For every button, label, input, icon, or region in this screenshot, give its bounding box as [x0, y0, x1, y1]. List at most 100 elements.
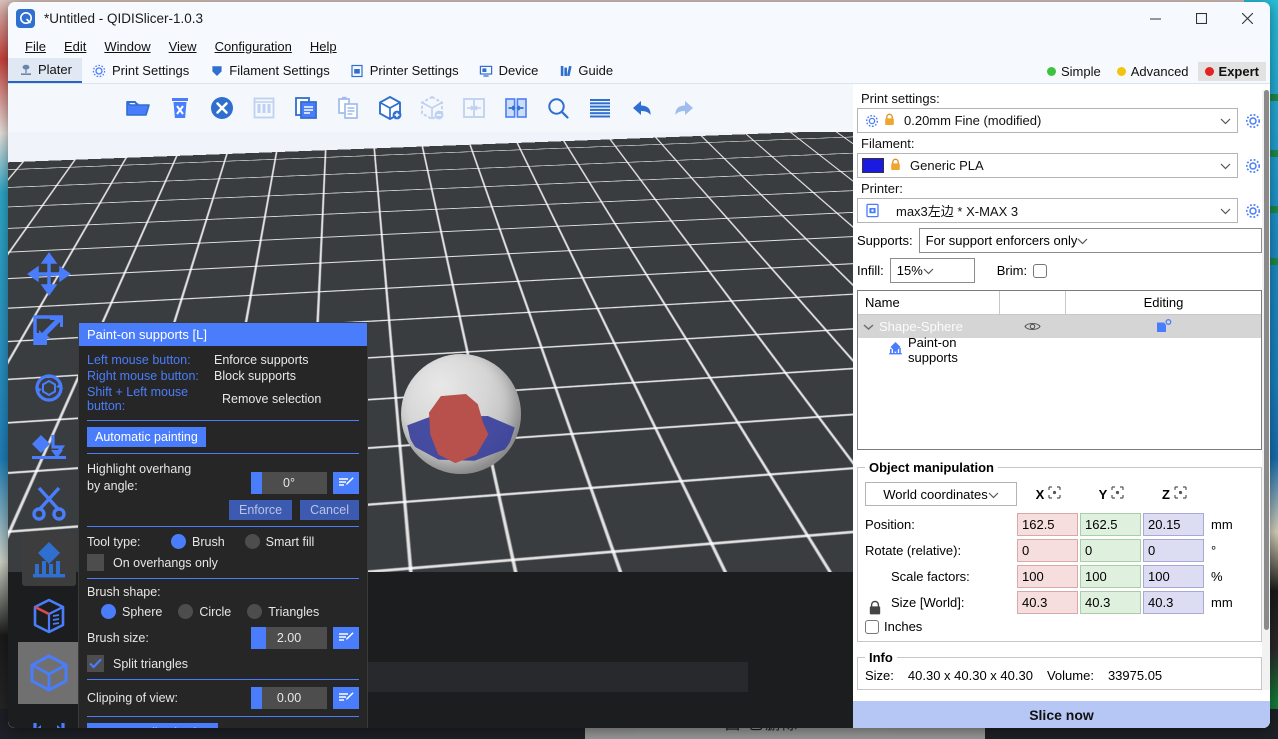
- rotate-z-input[interactable]: 0: [1143, 538, 1204, 562]
- mode-simple[interactable]: Simple: [1040, 62, 1108, 81]
- position-x-input[interactable]: 162.5: [1017, 512, 1078, 536]
- layers-icon[interactable]: [582, 90, 618, 126]
- eye-icon[interactable]: [999, 321, 1065, 332]
- rotate-x-input[interactable]: 0: [1017, 538, 1078, 562]
- menu-view[interactable]: View: [160, 37, 206, 56]
- minimize-icon[interactable]: [1132, 2, 1178, 34]
- editing-icon[interactable]: [1065, 319, 1261, 334]
- filament-combo[interactable]: Generic PLA: [857, 153, 1238, 178]
- add-instance-icon[interactable]: [372, 90, 408, 126]
- on-overhangs-only-row[interactable]: On overhangs only: [87, 553, 359, 572]
- seam-painting-gizmo-icon[interactable]: [22, 589, 76, 643]
- on-overhangs-only-checkbox[interactable]: [87, 554, 104, 571]
- clipping-slider[interactable]: 0.00: [251, 687, 327, 709]
- reset-x-icon[interactable]: [1048, 486, 1061, 502]
- tool-type-smart-fill[interactable]: Smart fill: [244, 534, 314, 549]
- scale-z-input[interactable]: 100: [1143, 564, 1204, 588]
- inches-row[interactable]: Inches: [865, 619, 1254, 634]
- tab-filament-settings[interactable]: Filament Settings: [199, 58, 339, 83]
- sidebar-scrollbar[interactable]: [1262, 90, 1270, 690]
- split-objects-icon[interactable]: [456, 90, 492, 126]
- split-triangles-checkbox[interactable]: [87, 655, 104, 672]
- brush-shape-sphere[interactable]: Sphere: [101, 604, 162, 619]
- coordinate-system-combo[interactable]: World coordinates: [865, 482, 1017, 506]
- split-parts-icon[interactable]: [498, 90, 534, 126]
- size-y-input[interactable]: 40.3: [1080, 590, 1141, 614]
- brush-size-slider[interactable]: 2.00: [251, 627, 327, 649]
- tab-plater[interactable]: Plater: [8, 58, 82, 83]
- highlight-overhang-slider[interactable]: 0°: [251, 472, 327, 494]
- copy-icon[interactable]: [288, 90, 324, 126]
- arrange-icon[interactable]: [246, 90, 282, 126]
- scale-y-input[interactable]: 100: [1080, 564, 1141, 588]
- rotate-gizmo-icon[interactable]: [22, 361, 76, 415]
- paint-supports-gizmo-icon[interactable]: [22, 532, 76, 586]
- position-y-input[interactable]: 162.5: [1080, 512, 1141, 536]
- measure-gizmo-icon[interactable]: [22, 703, 76, 728]
- remove-instance-icon[interactable]: [414, 90, 450, 126]
- list-item[interactable]: Paint-on supports: [858, 335, 1261, 365]
- tab-device[interactable]: Device: [469, 58, 549, 83]
- tool-type-brush[interactable]: Brush: [171, 534, 225, 549]
- printer-edit-gear-icon[interactable]: [1244, 203, 1262, 219]
- menu-configuration[interactable]: Configuration: [206, 37, 301, 56]
- enforce-button[interactable]: Enforce: [228, 500, 293, 520]
- editor-view-icon[interactable]: [18, 642, 80, 704]
- cut-gizmo-icon[interactable]: [22, 475, 76, 529]
- gear-icon: [92, 63, 107, 78]
- delete-icon[interactable]: [162, 90, 198, 126]
- expand-chevron-icon[interactable]: [863, 319, 874, 334]
- supports-combo[interactable]: For support enforcers only: [918, 228, 1262, 253]
- tab-printer-settings[interactable]: Printer Settings: [340, 58, 469, 83]
- scale-x-input[interactable]: 100: [1017, 564, 1078, 588]
- slice-now-button[interactable]: Slice now: [853, 701, 1270, 728]
- uniform-scale-lock-icon[interactable]: [868, 600, 882, 621]
- print-settings-edit-gear-icon[interactable]: [1244, 113, 1262, 129]
- remove-all-selection-button[interactable]: Remove all selection: [87, 723, 219, 728]
- edit-value-icon[interactable]: [333, 687, 359, 709]
- printer-combo[interactable]: max3左边 * X-MAX 3: [857, 198, 1238, 223]
- paste-icon[interactable]: [330, 90, 366, 126]
- cancel-button[interactable]: Cancel: [300, 500, 359, 520]
- redo-icon[interactable]: [666, 90, 702, 126]
- open-project-icon[interactable]: [120, 90, 156, 126]
- size-z-input[interactable]: 40.3: [1143, 590, 1204, 614]
- reset-y-icon[interactable]: [1111, 486, 1124, 502]
- scrollbar-thumb[interactable]: [1264, 90, 1269, 630]
- delete-all-icon[interactable]: [204, 90, 240, 126]
- automatic-painting-button[interactable]: Automatic painting: [87, 427, 206, 447]
- infill-combo[interactable]: 15%: [889, 258, 975, 283]
- search-icon[interactable]: [540, 90, 576, 126]
- place-on-face-gizmo-icon[interactable]: [22, 418, 76, 472]
- position-z-input[interactable]: 20.15: [1143, 512, 1204, 536]
- tab-guide[interactable]: Guide: [548, 58, 623, 83]
- mode-advanced[interactable]: Advanced: [1110, 62, 1196, 81]
- split-triangles-row[interactable]: Split triangles: [87, 654, 359, 673]
- brush-shape-circle[interactable]: Circle: [178, 604, 231, 619]
- print-settings-combo[interactable]: 0.20mm Fine (modified): [857, 108, 1238, 133]
- reset-z-icon[interactable]: [1174, 486, 1187, 502]
- menu-edit[interactable]: Edit: [55, 37, 95, 56]
- brush-shape-triangles[interactable]: Triangles: [247, 604, 319, 619]
- brim-checkbox[interactable]: [1033, 263, 1048, 278]
- rotate-unit: °: [1211, 542, 1217, 558]
- 3d-viewport[interactable]: Paint-on supports [L] Left mouse button:…: [8, 132, 853, 728]
- menu-file[interactable]: File: [16, 37, 55, 56]
- edit-value-icon[interactable]: [333, 627, 359, 649]
- tab-print-settings[interactable]: Print Settings: [82, 58, 199, 83]
- model-sphere[interactable]: [401, 354, 521, 474]
- filament-edit-gear-icon[interactable]: [1244, 158, 1262, 174]
- printer-label: Printer:: [861, 181, 903, 196]
- menu-window[interactable]: Window: [95, 37, 159, 56]
- scale-gizmo-icon[interactable]: [22, 304, 76, 358]
- undo-icon[interactable]: [624, 90, 660, 126]
- mode-expert[interactable]: Expert: [1197, 62, 1266, 81]
- size-x-input[interactable]: 40.3: [1017, 590, 1078, 614]
- rotate-y-input[interactable]: 0: [1080, 538, 1141, 562]
- move-gizmo-icon[interactable]: [22, 247, 76, 301]
- close-icon[interactable]: [1224, 2, 1270, 34]
- maximize-icon[interactable]: [1178, 2, 1224, 34]
- edit-value-icon[interactable]: [333, 472, 359, 494]
- inches-checkbox[interactable]: [865, 619, 879, 634]
- menu-help[interactable]: Help: [301, 37, 346, 56]
